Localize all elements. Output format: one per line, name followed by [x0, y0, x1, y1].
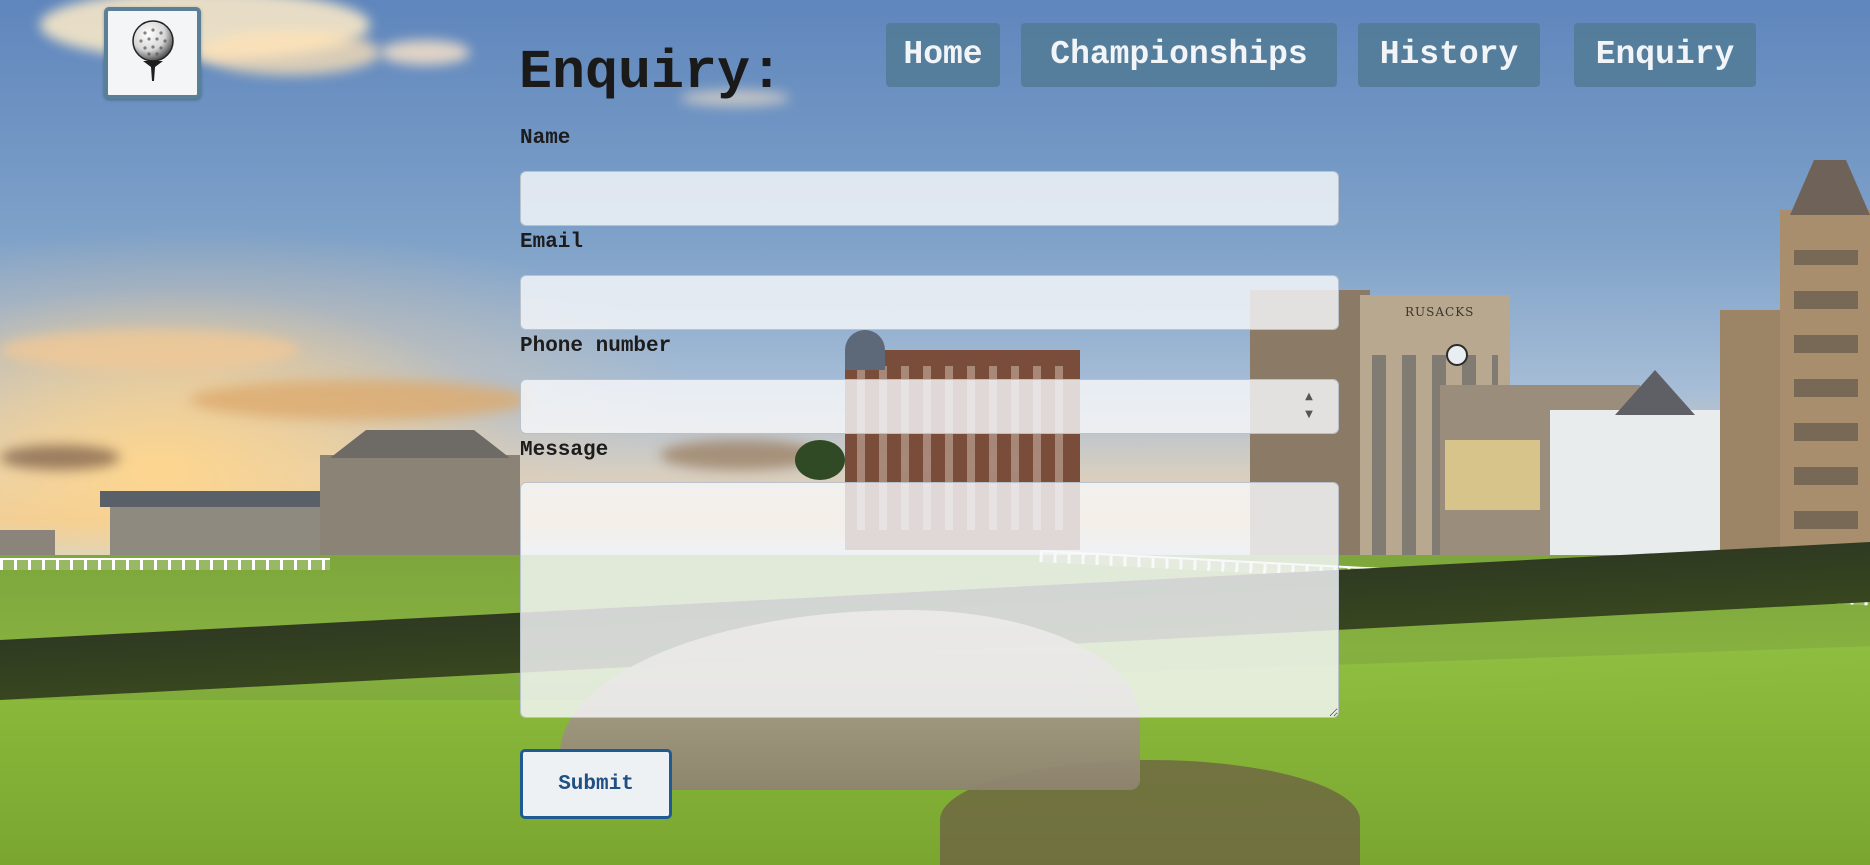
- submit-button[interactable]: Submit: [520, 749, 672, 819]
- number-spinner[interactable]: ▲ ▼: [1301, 391, 1317, 421]
- chevron-down-icon[interactable]: ▼: [1305, 409, 1313, 421]
- phone-label: Phone number: [520, 335, 672, 358]
- email-label: Email: [520, 231, 584, 254]
- nav-championships[interactable]: Championships: [1021, 23, 1337, 87]
- clubhouse-building: [100, 491, 330, 555]
- message-field[interactable]: [520, 482, 1339, 718]
- site-logo[interactable]: [104, 7, 201, 99]
- email-field[interactable]: [520, 275, 1339, 330]
- name-label: Name: [520, 127, 571, 150]
- chevron-up-icon[interactable]: ▲: [1305, 391, 1313, 403]
- phone-number-field[interactable]: [520, 379, 1339, 434]
- nav-history[interactable]: History: [1358, 23, 1540, 87]
- message-label: Message: [520, 439, 609, 462]
- page-title: Enquiry:: [519, 41, 784, 104]
- golf-ball-on-tee-icon: [127, 19, 179, 88]
- name-field[interactable]: [520, 171, 1339, 226]
- nav-enquiry[interactable]: Enquiry: [1574, 23, 1756, 87]
- clubhouse-building: [320, 455, 520, 555]
- nav-home[interactable]: Home: [886, 23, 1000, 87]
- clock-icon: [1446, 344, 1468, 366]
